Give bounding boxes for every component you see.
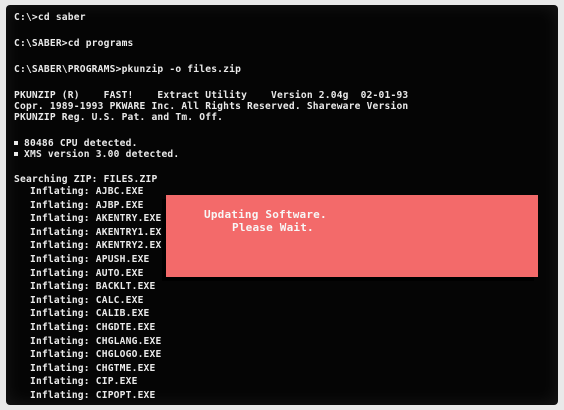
- inflating-prefix: Inflating:: [30, 240, 90, 252]
- inflated-file-name: AKENTRY.EXE: [95, 213, 162, 225]
- inflated-file-name: CALC.EXE: [95, 294, 144, 306]
- inflated-file-name: CHGTME.EXE: [95, 362, 156, 374]
- inflating-prefix: Inflating:: [30, 390, 90, 401]
- inflating-line: Inflating: AKENTRY2.EXE: [30, 240, 167, 251]
- inflated-file-name: CIP.EXE: [95, 376, 138, 388]
- terminal-line: Copr. 1989-1993 PKWARE Inc. All Rights R…: [14, 101, 409, 112]
- inflating-line: Inflating: AKENTRY.EXE: [30, 213, 162, 224]
- inflated-file-name: CHGLANG.EXE: [95, 335, 162, 347]
- terminal-line: PKUNZIP Reg. U.S. Pat. and Tm. Off.: [14, 112, 224, 123]
- inflated-file-name: APUSH.EXE: [95, 254, 150, 265]
- inflating-prefix: Inflating:: [30, 213, 90, 225]
- inflating-prefix: Inflating:: [30, 308, 90, 320]
- inflating-prefix: Inflating:: [30, 322, 90, 333]
- terminal-line: C:\>cd saber: [14, 12, 86, 23]
- inflating-prefix: Inflating:: [30, 267, 90, 279]
- inflating-line: Inflating: AJBP.EXE: [30, 200, 144, 211]
- inflated-file-name: AJBC.EXE: [95, 186, 144, 197]
- inflating-line: Inflating: CALIB.EXE: [30, 308, 150, 319]
- inflating-line: Inflating: CALC.EXE: [30, 295, 144, 306]
- inflated-file-name: CHGDTE.EXE: [95, 322, 156, 333]
- inflating-line: Inflating: CHGLOGO.EXE: [30, 349, 162, 360]
- dialog-title: Updating Software.: [204, 208, 327, 221]
- inflating-prefix: Inflating:: [30, 254, 90, 265]
- terminal-line: XMS version 3.00 detected.: [14, 149, 179, 160]
- inflated-file-name: AUTO.EXE: [95, 267, 144, 279]
- cpu-detected-text: 80486 CPU detected.: [24, 138, 138, 149]
- inflating-prefix: Inflating:: [30, 362, 90, 374]
- terminal-line: C:\SABER\PROGRAMS>pkunzip -o files.zip: [14, 64, 242, 75]
- inflated-file-name: CIPOPT.EXE: [95, 390, 156, 401]
- inflating-prefix: Inflating:: [30, 335, 90, 347]
- inflating-line: Inflating: CIPOPT.EXE: [30, 390, 156, 401]
- inflating-line: Inflating: AJBC.EXE: [30, 186, 144, 197]
- inflating-line: Inflating: AKENTRY1.EXE: [30, 227, 167, 238]
- inflating-line: Inflating: BACKLT.EXE: [30, 281, 156, 292]
- terminal-line: Searching ZIP: FILES.ZIP: [14, 174, 158, 185]
- inflated-file-name: BACKLT.EXE: [95, 281, 156, 293]
- bullet-icon: [14, 141, 18, 145]
- bullet-icon: [14, 152, 18, 156]
- inflating-prefix: Inflating:: [30, 294, 90, 306]
- inflating-line: Inflating: CHGLANG.EXE: [30, 336, 162, 347]
- inflated-file-name: AJBP.EXE: [95, 199, 144, 211]
- inflating-line: Inflating: CHGDTE.EXE: [30, 322, 156, 333]
- terminal-line: PKUNZIP (R) FAST! Extract Utility Versio…: [14, 90, 409, 101]
- inflating-prefix: Inflating:: [30, 199, 90, 211]
- inflating-prefix: Inflating:: [30, 376, 90, 388]
- inflating-line: Inflating: AUTO.EXE: [30, 268, 144, 279]
- terminal-line: C:\SABER>cd programs: [14, 38, 134, 49]
- inflated-file-name: AKENTRY1.EXE: [95, 226, 168, 238]
- inflating-line: Inflating: APUSH.EXE: [30, 254, 150, 265]
- xms-detected-text: XMS version 3.00 detected.: [24, 149, 180, 160]
- inflating-line: Inflating: CHGTME.EXE: [30, 363, 156, 374]
- inflating-prefix: Inflating:: [30, 349, 90, 361]
- updating-software-dialog: Updating Software. Please Wait.: [166, 195, 538, 277]
- inflated-file-name: AKENTRY2.EXE: [95, 240, 168, 252]
- inflating-prefix: Inflating:: [30, 226, 90, 238]
- dialog-message: Please Wait.: [232, 221, 314, 234]
- terminal-line: 80486 CPU detected.: [14, 138, 138, 149]
- inflated-file-name: CHGLOGO.EXE: [95, 349, 162, 361]
- inflated-file-name: CALIB.EXE: [95, 308, 150, 320]
- inflating-line: Inflating: CIP.EXE: [30, 376, 138, 387]
- inflating-prefix: Inflating:: [30, 281, 90, 293]
- dos-terminal-screen: C:\>cd saber C:\SABER>cd programs C:\SAB…: [6, 5, 558, 405]
- inflating-prefix: Inflating:: [30, 186, 90, 197]
